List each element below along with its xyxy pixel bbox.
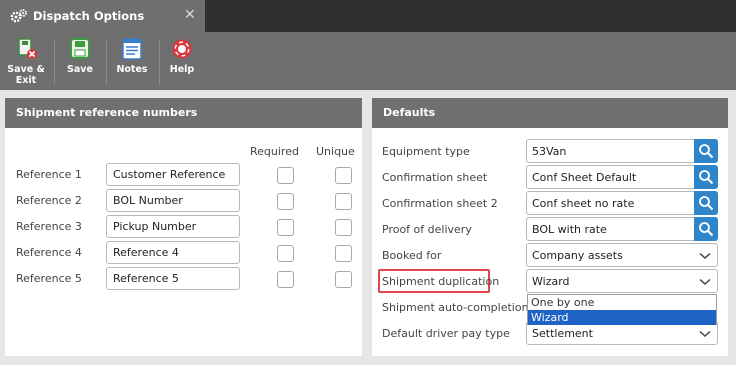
dropdown-option-one-by-one[interactable]: One by one (528, 295, 716, 310)
proof-of-delivery-label: Proof of delivery (382, 223, 472, 236)
proof-of-delivery-value: BOL with rate (532, 223, 607, 236)
equipment-type-field[interactable]: 53Van (526, 139, 718, 163)
save-exit-label-line1: Save & (7, 64, 45, 75)
unique-column-header: Unique (316, 145, 355, 158)
confirmation-sheet-field[interactable]: Conf Sheet Default (526, 165, 718, 189)
reference-2-unique-checkbox[interactable] (335, 193, 352, 210)
reference-3-input[interactable]: Pickup Number (106, 215, 240, 238)
reference-1-input[interactable]: Customer Reference (106, 163, 240, 186)
search-icon (699, 144, 714, 159)
shipment-duplication-dropdown: One by one Wizard (527, 294, 717, 325)
toolbar-divider (54, 40, 55, 84)
reference-2-required-checkbox[interactable] (277, 193, 294, 210)
reference-3-unique-checkbox[interactable] (335, 219, 352, 236)
reference-2-input[interactable]: BOL Number (106, 189, 240, 212)
chevron-down-icon (699, 252, 711, 260)
confirmation-sheet-2-label: Confirmation sheet 2 (382, 197, 498, 210)
search-icon (699, 196, 714, 211)
search-icon (699, 222, 714, 237)
reference-4-unique-checkbox[interactable] (335, 245, 352, 262)
reference-1-unique-checkbox[interactable] (335, 167, 352, 184)
help-icon (172, 39, 192, 59)
toolbar-divider (159, 40, 160, 84)
shipment-duplication-select[interactable]: Wizard (526, 269, 718, 293)
close-icon[interactable]: ✕ (184, 7, 196, 23)
save-button[interactable]: Save (60, 35, 100, 87)
confirmation-sheet-2-field[interactable]: Conf sheet no rate (526, 191, 718, 215)
window-title: Dispatch Options (33, 9, 145, 23)
search-icon (699, 170, 714, 185)
help-label: Help (169, 64, 195, 75)
toolbar-divider (106, 40, 107, 84)
panel-title: Defaults (372, 98, 728, 128)
dropdown-option-wizard[interactable]: Wizard (528, 310, 716, 325)
panel-title: Shipment reference numbers (5, 98, 362, 128)
booked-for-select[interactable]: Company assets (526, 243, 718, 267)
shipment-auto-completion-label: Shipment auto-completion (382, 301, 529, 314)
reference-3-required-checkbox[interactable] (277, 219, 294, 236)
title-bar: Dispatch Options ✕ (0, 0, 736, 32)
reference-1-required-checkbox[interactable] (277, 167, 294, 184)
save-icon (70, 38, 90, 59)
reference-4-input[interactable]: Reference 4 (106, 241, 240, 264)
equipment-type-value: 53Van (532, 145, 567, 158)
equipment-type-label: Equipment type (382, 145, 470, 158)
confirmation-sheet-2-value: Conf sheet no rate (532, 197, 635, 210)
confirmation-sheet-2-search-button[interactable] (694, 191, 718, 215)
equipment-type-search-button[interactable] (694, 139, 718, 163)
notes-button[interactable]: Notes (111, 35, 153, 87)
booked-for-value: Company assets (532, 249, 623, 262)
reference-label: Reference 2 (16, 194, 82, 207)
reference-label: Reference 5 (16, 272, 82, 285)
toolbar: Save & Exit Save Notes Help (0, 32, 736, 90)
reference-5-unique-checkbox[interactable] (335, 271, 352, 288)
reference-label: Reference 3 (16, 220, 82, 233)
shipment-duplication-value: Wizard (532, 275, 570, 288)
reference-4-required-checkbox[interactable] (277, 245, 294, 262)
save-exit-button[interactable]: Save & Exit (6, 35, 46, 87)
shipment-reference-panel: Shipment reference numbers Required Uniq… (5, 98, 362, 356)
gear-icon (10, 9, 27, 23)
save-exit-icon (18, 38, 37, 59)
reference-label: Reference 4 (16, 246, 82, 259)
required-column-header: Required (250, 145, 299, 158)
default-driver-pay-type-label: Default driver pay type (382, 327, 510, 340)
default-driver-pay-type-value: Settlement (532, 327, 593, 340)
confirmation-sheet-search-button[interactable] (694, 165, 718, 189)
save-label: Save (67, 64, 93, 75)
defaults-panel: Defaults Equipment type 53Van Confirmati… (372, 98, 728, 356)
reference-5-required-checkbox[interactable] (277, 271, 294, 288)
window-tab[interactable]: Dispatch Options ✕ (0, 0, 205, 32)
save-exit-label-line2: Exit (15, 75, 37, 86)
chevron-down-icon (699, 278, 711, 286)
notes-label: Notes (116, 64, 148, 75)
confirmation-sheet-label: Confirmation sheet (382, 171, 488, 184)
help-button[interactable]: Help (164, 35, 200, 87)
shipment-duplication-label: Shipment duplication (382, 275, 500, 288)
chevron-down-icon (699, 330, 711, 338)
proof-of-delivery-search-button[interactable] (694, 217, 718, 241)
reference-5-input[interactable]: Reference 5 (106, 267, 240, 290)
notes-icon (122, 38, 142, 60)
reference-label: Reference 1 (16, 168, 82, 181)
booked-for-label: Booked for (382, 249, 442, 262)
confirmation-sheet-value: Conf Sheet Default (532, 171, 637, 184)
proof-of-delivery-field[interactable]: BOL with rate (526, 217, 718, 241)
